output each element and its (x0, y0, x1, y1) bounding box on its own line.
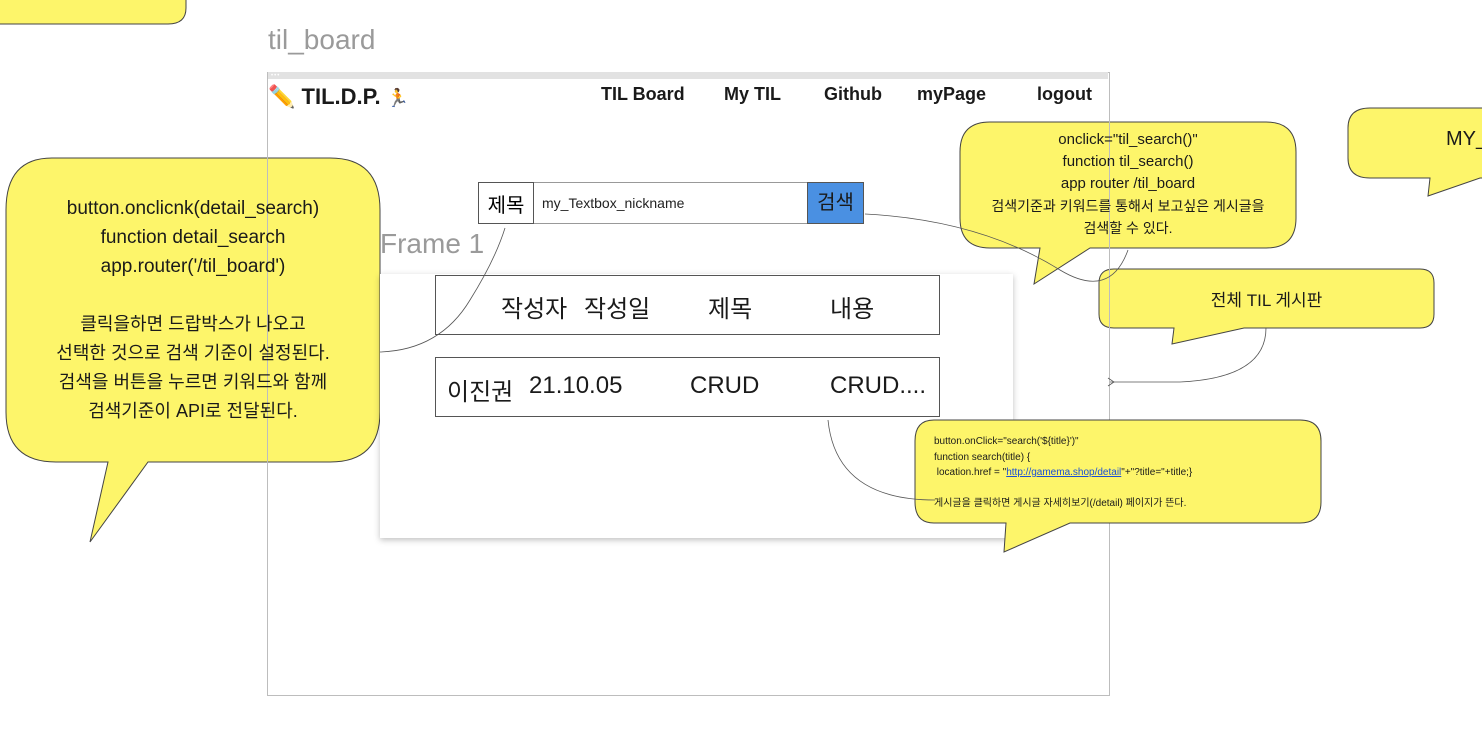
connector-board (1110, 327, 1267, 383)
note-detail-line: 게시글을 클릭하면 게시글 자세히보기(/detail) 페이지가 뜬다. (934, 497, 1187, 509)
connector-left (379, 227, 506, 353)
note-detail-line: button.onClick="search('${title}')" (934, 436, 1079, 447)
note-right-partial-text: MY_ (1446, 128, 1482, 150)
note-search-line: function til_search() (1062, 153, 1194, 170)
note-detail-line: function search(title) { (934, 451, 1031, 463)
note-search-line: onclick="til_search()" (1058, 131, 1198, 148)
note-search-text: onclick="til_search()" function til_sear… (960, 129, 1296, 239)
note-board-text: 전체 TIL 게시판 (1210, 291, 1323, 310)
note-detail-code: "+"?title="+title;} (1121, 467, 1193, 478)
note-search-line: 검색기준과 키워드를 통해서 보고싶은 게시글을 (991, 198, 1265, 214)
note-detail-code: location.href = " (934, 467, 1007, 478)
note-detail-line: location.href = "http://gamema.shop/deta… (934, 465, 1193, 481)
note-detail-spacer (934, 481, 1192, 496)
note-search-line: app router /til_board (1060, 175, 1196, 192)
note-detail-text: button.onClick="search('${title}')" func… (934, 434, 1192, 511)
note-search-line: 검색할 수 있다. (1083, 220, 1173, 236)
detail-link[interactable]: http://gamema.shop/detail (1006, 467, 1121, 478)
annotation-shapes-front (379, 213, 1322, 553)
